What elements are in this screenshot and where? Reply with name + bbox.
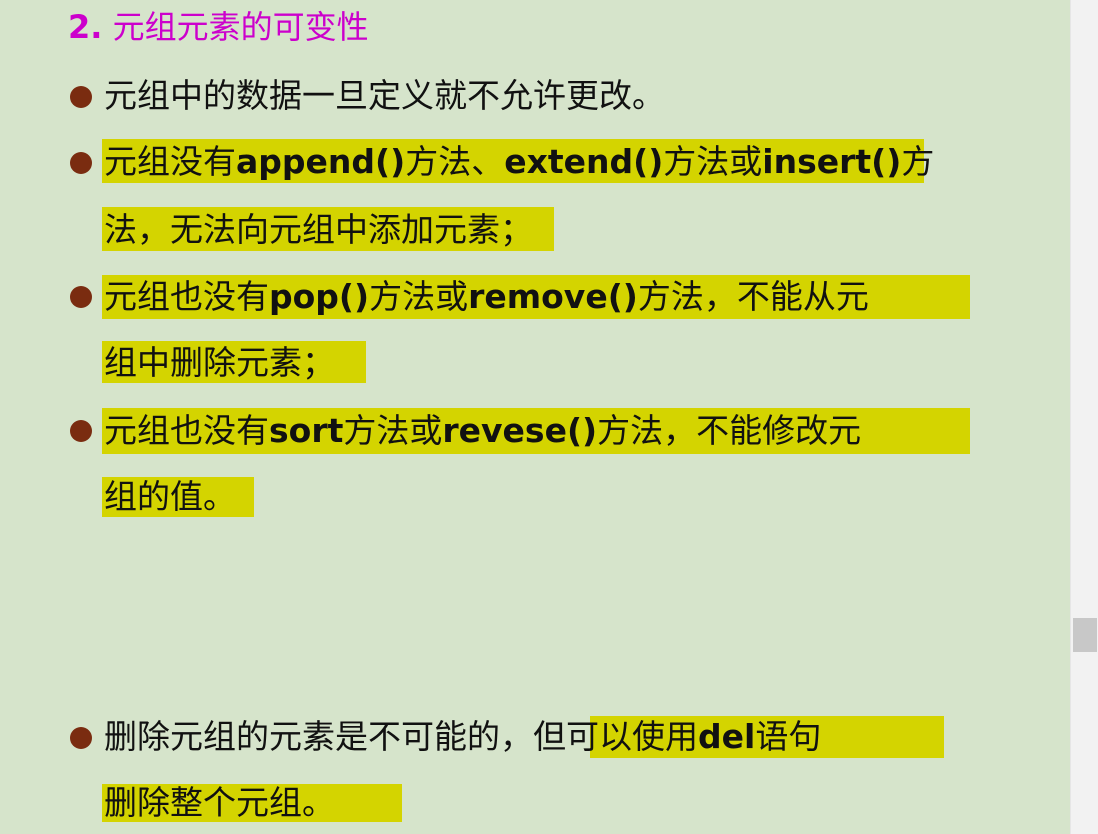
bullet-dot [70,86,92,108]
bullet-3-line-2: 组中删除元素； [104,343,335,382]
heading-title: 元组元素的可变性 [112,8,369,46]
bullet-4-line-1: 元组也没有sort方法或revese()方法，不能修改元 [104,411,862,450]
vertical-scrollbar[interactable] [1070,0,1098,834]
bullet-3-line-1: 元组也没有pop()方法或remove()方法，不能从元 [104,277,869,316]
bullet-4-line-2: 组的值。 [104,477,236,516]
slide-heading: 2. 元组元素的可变性 [68,6,369,48]
bullet-1-line-1: 元组中的数据一旦定义就不允许更改。 [104,76,665,115]
bullet-dot [70,286,92,308]
bullet-2-line-1: 元组没有append()方法、extend()方法或insert()方 [104,142,935,181]
bullet-dot [70,727,92,749]
bullet-5-line-2: 删除整个元组。 [104,783,335,822]
bullet-5-line-1: 删除元组的元素是不可能的，但可以使用del语句 [104,717,822,756]
scrollbar-thumb[interactable] [1073,618,1097,652]
heading-number: 2. [68,8,103,46]
slide: 2. 元组元素的可变性 元组中的数据一旦定义就不允许更改。 元组没有append… [0,0,1070,834]
bullet-dot [70,152,92,174]
bullet-2-line-2: 法，无法向元组中添加元素； [104,210,533,249]
bullet-dot [70,420,92,442]
